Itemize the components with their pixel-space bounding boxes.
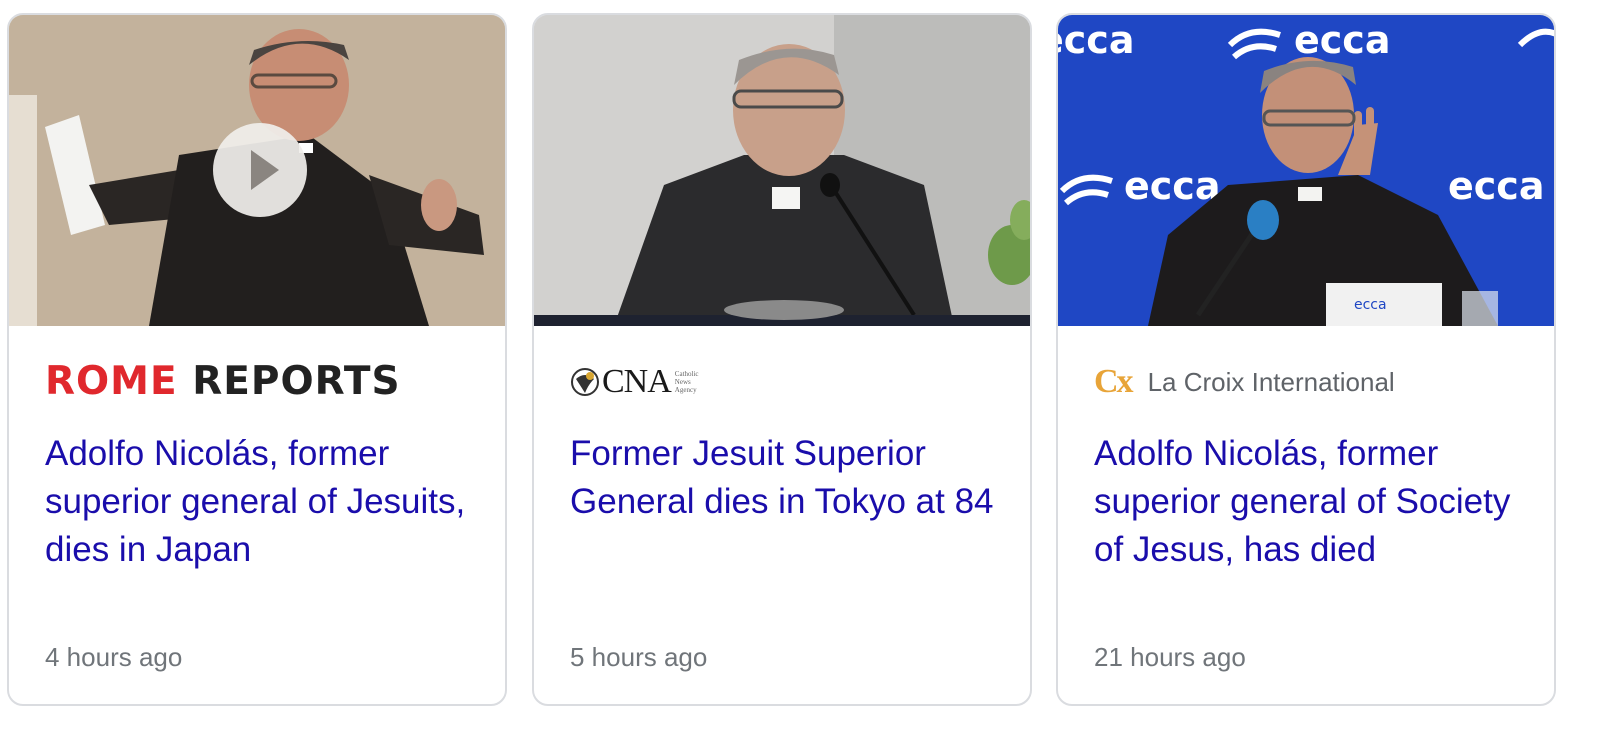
logo-text-rome: ROME xyxy=(45,359,178,404)
timestamp: 4 hours ago xyxy=(45,642,183,672)
play-icon[interactable] xyxy=(213,123,307,217)
article-thumbnail[interactable] xyxy=(9,15,505,326)
article-thumbnail[interactable]: ecca ecca ecca ecca xyxy=(1058,15,1554,326)
card-body: Cx La Croix International Adolfo Nicolás… xyxy=(1058,326,1554,704)
headline-link[interactable]: Adolfo Nicolás, former superior general … xyxy=(45,430,475,574)
cna-logo-subtext: Catholic News Agency xyxy=(674,370,699,394)
article-thumbnail[interactable] xyxy=(534,15,1030,326)
cna-logo-text: CNA xyxy=(602,363,672,400)
cna-logo: CNA Catholic News Agency xyxy=(570,363,707,401)
logo-text-reports: REPORTS xyxy=(192,359,401,404)
headline-link[interactable]: Former Jesuit Superior General dies in T… xyxy=(570,430,1000,526)
news-card-cna[interactable]: CNA Catholic News Agency Former Jesuit S… xyxy=(532,13,1032,706)
backdrop-ecca-text: ecca xyxy=(1294,18,1390,62)
card-body: ROME REPORTS Adolfo Nicolás, former supe… xyxy=(9,326,505,704)
desk-sign-text: ecca xyxy=(1354,297,1387,313)
backdrop-ecca-text: ecca xyxy=(1124,164,1220,208)
rome-reports-logo: ROME REPORTS xyxy=(45,362,401,402)
backdrop-ecca-text: ecca xyxy=(1448,164,1544,208)
news-carousel: ROME REPORTS Adolfo Nicolás, former supe… xyxy=(0,0,1600,729)
source-row: CNA Catholic News Agency xyxy=(570,362,707,402)
source-row: Cx La Croix International xyxy=(1094,362,1395,402)
news-card-la-croix[interactable]: ecca ecca ecca ecca xyxy=(1056,13,1556,706)
la-croix-logo: Cx xyxy=(1094,363,1134,400)
timestamp: 21 hours ago xyxy=(1094,642,1246,672)
headline-link[interactable]: Adolfo Nicolás, former superior general … xyxy=(1094,430,1524,574)
timestamp: 5 hours ago xyxy=(570,642,708,672)
cna-globe-icon xyxy=(571,368,599,396)
thumbnail-photo-priest-press-conference xyxy=(534,15,1030,326)
source-row: ROME REPORTS xyxy=(45,362,401,402)
card-body: CNA Catholic News Agency Former Jesuit S… xyxy=(534,326,1030,704)
news-card-rome-reports[interactable]: ROME REPORTS Adolfo Nicolás, former supe… xyxy=(7,13,507,706)
source-name: La Croix International xyxy=(1147,366,1395,397)
backdrop-ecca-text: ecca xyxy=(1058,18,1134,62)
thumbnail-photo-priest-at-press-backdrop: ecca ecca ecca ecca xyxy=(1058,15,1554,326)
